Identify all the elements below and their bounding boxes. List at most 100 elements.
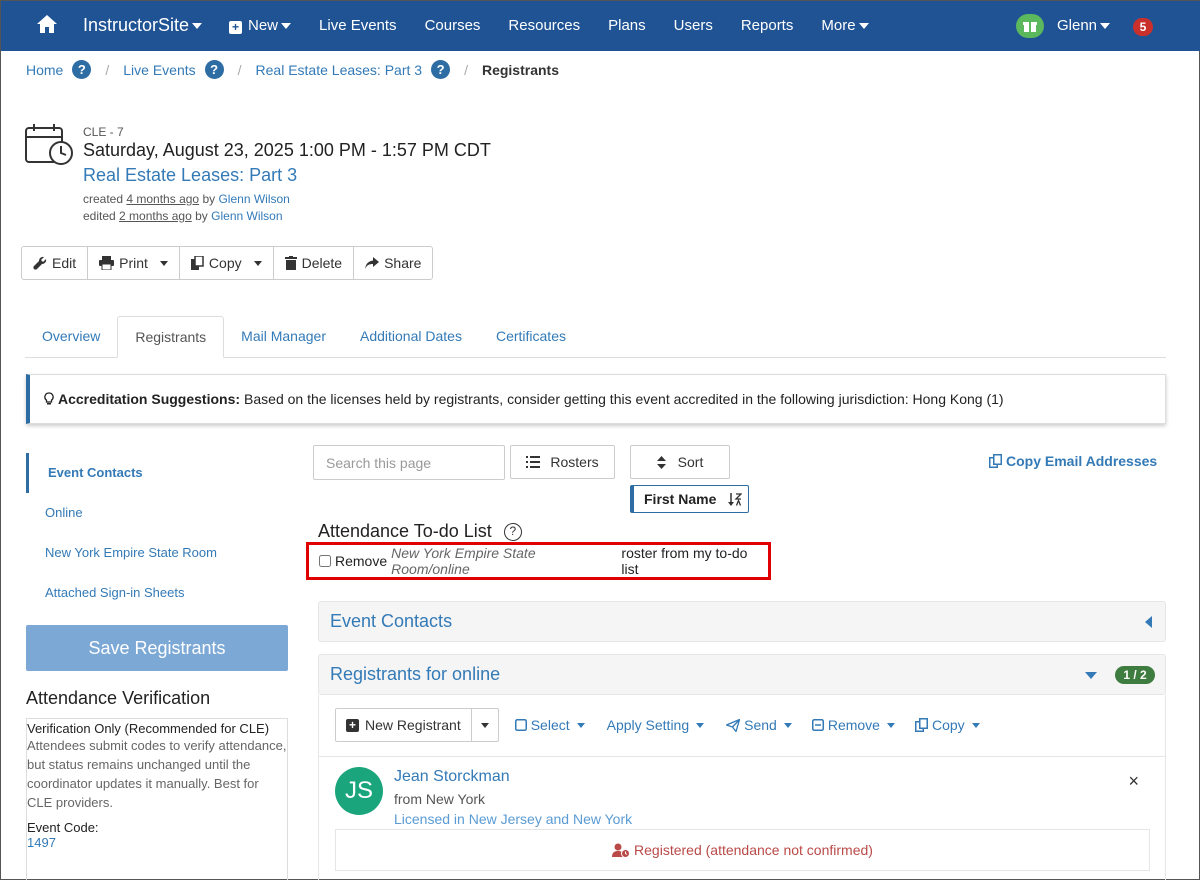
user-menu[interactable]: Glenn (1057, 17, 1111, 34)
tab-additional-dates[interactable]: Additional Dates (343, 316, 479, 357)
list-icon (526, 456, 541, 468)
created-user-link[interactable]: Glenn Wilson (218, 192, 289, 206)
delete-button[interactable]: Delete (274, 247, 355, 279)
notification-badge[interactable]: 5 (1133, 18, 1153, 36)
sort-field-label: First Name (644, 491, 717, 507)
help-icon[interactable]: ? (204, 60, 224, 79)
plus-icon: + (346, 718, 359, 732)
nav-live-events[interactable]: Live Events (319, 17, 397, 34)
nav-resources[interactable]: Resources (508, 17, 580, 34)
copy-icon (989, 454, 1002, 468)
copy-icon (914, 718, 928, 732)
edited-user-link[interactable]: Glenn Wilson (211, 209, 282, 223)
breadcrumb-separator: / (464, 61, 468, 78)
sort-button[interactable]: Sort (630, 445, 730, 479)
edited-meta: edited 2 months ago by Glenn Wilson (83, 209, 283, 223)
attendance-verification-title: Attendance Verification (26, 688, 211, 708)
tab-overview[interactable]: Overview (25, 316, 117, 357)
checkbox-icon (514, 719, 527, 731)
event-tabs: Overview Registrants Mail Manager Additi… (25, 316, 1166, 358)
close-icon[interactable]: × (1128, 771, 1139, 792)
nav-more-label: More (821, 17, 856, 34)
print-button[interactable]: Print (88, 247, 180, 279)
apply-setting-menu[interactable]: Apply Setting (607, 717, 705, 733)
breadcrumb-current: Registrants (481, 61, 559, 78)
sort-alpha-desc-icon (728, 492, 743, 506)
new-registrant-dropdown[interactable] (472, 709, 498, 741)
copy-menu[interactable]: Copy (914, 717, 980, 733)
copy-icon (190, 256, 204, 270)
registrant-name[interactable]: Jean Storckman (394, 768, 510, 786)
help-icon[interactable]: ? (72, 60, 92, 79)
new-registrant-button[interactable]: + New Registrant (336, 709, 472, 741)
edit-button[interactable]: Edit (22, 247, 89, 279)
delete-label: Delete (301, 255, 343, 271)
rosters-button[interactable]: Rosters (510, 445, 615, 479)
registrants-panel-body: + New Registrant Select Apply Setting Se… (318, 695, 1166, 880)
share-button[interactable]: Share (354, 247, 432, 279)
todo-title-label: Attendance To-do List (318, 521, 492, 541)
nav-more[interactable]: More (821, 17, 869, 34)
sidebar-item-event-contacts[interactable]: Event Contacts (26, 453, 288, 493)
copy-label: Copy (208, 255, 242, 271)
nav-users[interactable]: Users (674, 17, 713, 34)
home-icon[interactable] (35, 12, 59, 36)
tab-certificates[interactable]: Certificates (479, 316, 583, 357)
event-title[interactable]: Real Estate Leases: Part 3 (83, 165, 297, 186)
chevron-down-icon (858, 23, 869, 30)
event-contacts-panel-header[interactable]: Event Contacts (318, 601, 1166, 642)
todo-roster-name: New York Empire State Room/online (391, 545, 536, 577)
todo-suffix: roster from my to-do list (621, 545, 748, 577)
created-meta: created 4 months ago by Glenn Wilson (83, 192, 290, 206)
registrant-licenses: Licensed in New Jersey and New York (394, 811, 633, 827)
save-registrants-button[interactable]: Save Registrants (26, 625, 288, 671)
search-input[interactable] (313, 445, 505, 480)
breadcrumb-live-events[interactable]: Live Events (123, 62, 195, 78)
breadcrumb-home[interactable]: Home (26, 62, 63, 78)
tab-registrants[interactable]: Registrants (117, 316, 225, 358)
brand-label: InstructorSite (83, 15, 190, 35)
event-toolbar: Edit Print Copy Delete Share (21, 246, 434, 280)
wrench-icon (33, 256, 47, 270)
registration-status[interactable]: Registered (attendance not confirmed) (335, 829, 1150, 871)
copy-button[interactable]: Copy (180, 247, 274, 279)
registrants-panel-title: Registrants for online (330, 664, 501, 684)
verification-mode: Verification Only (Recommended for CLE) (27, 721, 270, 736)
chevron-down-icon (159, 260, 168, 266)
breadcrumb-event[interactable]: Real Estate Leases: Part 3 (256, 62, 423, 78)
nav-courses[interactable]: Courses (425, 17, 481, 34)
minus-square-icon (811, 719, 824, 731)
new-registrant-split-button: + New Registrant (335, 708, 499, 742)
remove-menu[interactable]: Remove (811, 717, 895, 733)
avatar: JS (335, 767, 383, 815)
registrants-panel-header[interactable]: Registrants for online 1 / 2 (318, 654, 1166, 695)
sidebar-item-sign-in-sheets[interactable]: Attached Sign-in Sheets (26, 573, 288, 613)
brand-menu[interactable]: InstructorSite (83, 15, 203, 36)
nav-reports[interactable]: Reports (741, 17, 794, 34)
chevron-down-icon (1100, 23, 1111, 30)
breadcrumb-separator: / (105, 61, 110, 78)
event-code: CLE - 7 (83, 125, 124, 139)
send-menu[interactable]: Send (726, 717, 792, 733)
select-menu[interactable]: Select (514, 717, 585, 733)
todo-list-title: Attendance To-do List ? (318, 521, 522, 542)
nav-plans[interactable]: Plans (608, 17, 646, 34)
nav-items: + New Live Events Courses Resources Plans… (229, 17, 897, 34)
help-icon[interactable]: ? (431, 60, 451, 79)
chevron-down-icon (192, 23, 203, 30)
sidebar-item-online[interactable]: Online (26, 493, 288, 533)
tab-mail-manager[interactable]: Mail Manager (224, 316, 343, 357)
gift-icon[interactable] (1016, 14, 1044, 38)
todo-remove-option: Remove New York Empire State Room/online… (306, 542, 771, 580)
copy-email-addresses-link[interactable]: Copy Email Addresses (989, 453, 1157, 469)
chevron-down-icon (696, 722, 705, 728)
help-icon[interactable]: ? (503, 522, 522, 541)
send-label: Send (744, 717, 777, 733)
nav-new[interactable]: + New (229, 17, 292, 34)
sidebar-item-empire-state-room[interactable]: New York Empire State Room (26, 533, 288, 573)
remove-roster-checkbox[interactable] (319, 555, 331, 567)
user-name: Glenn (1057, 17, 1098, 34)
lightbulb-icon (44, 392, 54, 405)
attendance-verification-box: Verification Only (Recommended for CLE) … (26, 718, 288, 880)
sort-field-button[interactable]: First Name (630, 485, 749, 513)
